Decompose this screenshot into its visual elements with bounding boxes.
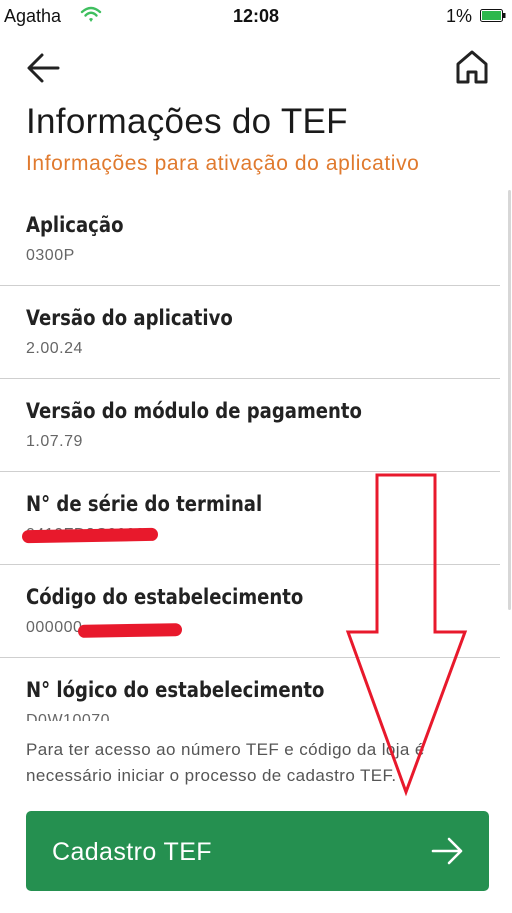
info-label: N° lógico do estabelecimento (26, 678, 325, 702)
battery-percent: 1% (445, 6, 472, 26)
info-item-versao-modulo: Versão do módulo de pagamento 1.07.79 (0, 379, 500, 472)
home-icon (456, 50, 488, 84)
info-item-versao-aplicativo: Versão do aplicativo 2.00.24 (0, 286, 500, 379)
back-button[interactable] (22, 48, 66, 88)
clock: 12:08 (232, 6, 280, 26)
redaction-mark (77, 623, 183, 638)
info-label: Versão do aplicativo (26, 306, 233, 330)
info-value: 000000 (26, 619, 83, 636)
home-button[interactable] (452, 46, 492, 88)
info-label: Versão do módulo de pagamento (26, 399, 362, 423)
arrow-right-icon (431, 837, 463, 865)
info-item-logico-estabelecimento: N° lógico do estabelecimento D0W10070 (0, 658, 500, 721)
scrollbar[interactable] (508, 190, 511, 610)
info-label: Código do estabelecimento (26, 585, 304, 609)
info-value: D0W10070 (26, 712, 111, 721)
page-title: Informações do TEF (26, 102, 348, 141)
battery-icon (480, 9, 506, 22)
redaction-mark (21, 527, 159, 544)
info-value: 0300P (26, 247, 75, 264)
info-list[interactable]: Aplicação 0300P Versão do aplicativo 2.0… (0, 193, 500, 721)
status-bar: Agatha 12:08 1% (0, 0, 512, 34)
arrow-left-icon (27, 53, 60, 83)
info-label: Aplicação (26, 213, 124, 237)
info-item-serie-terminal: N° de série do terminal 0410FD8C0000 (0, 472, 500, 565)
notice-text: Para ter acesso ao número TEF e código d… (26, 740, 425, 785)
cadastro-tef-button[interactable]: Cadastro TEF (26, 811, 489, 891)
info-label: N° de série do terminal (26, 492, 263, 516)
page-subtitle: Informações para ativação do aplicativo (26, 152, 420, 175)
info-value: 2.00.24 (26, 340, 83, 357)
info-item-aplicacao: Aplicação 0300P (0, 193, 500, 286)
info-value: 1.07.79 (26, 433, 83, 450)
cadastro-tef-label: Cadastro TEF (52, 838, 212, 866)
info-item-codigo-estabelecimento: Código do estabelecimento 000000 (0, 565, 500, 658)
